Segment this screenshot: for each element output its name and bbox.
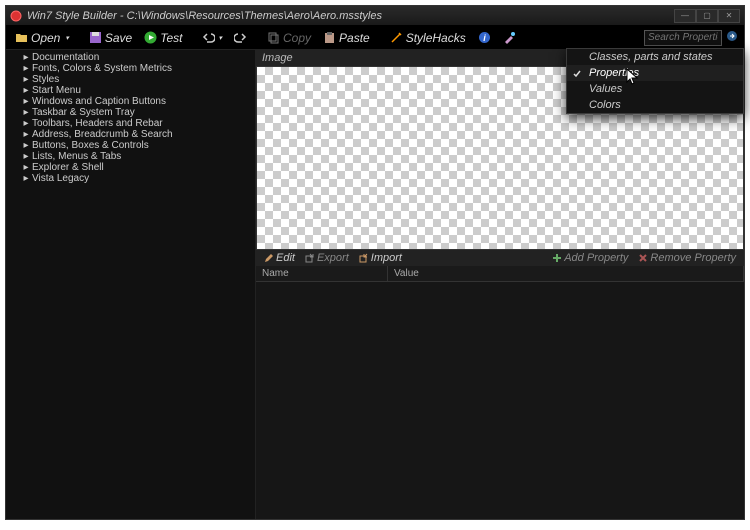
search-context-menu: Classes, parts and states Properties Val… [566, 48, 744, 114]
sidebar-tree: ▸Documentation ▸Fonts, Colors & System M… [6, 50, 256, 519]
main-toolbar: Open ▾ Save Test ▾ Copy Paste [6, 26, 744, 50]
caret-right-icon: ▸ [22, 98, 30, 106]
tree-item-toolbars[interactable]: ▸Toolbars, Headers and Rebar [6, 118, 255, 129]
caret-right-icon: ▸ [22, 76, 30, 84]
app-icon [10, 10, 22, 22]
disk-icon [89, 31, 102, 44]
paste-icon [323, 31, 336, 44]
menu-item-colors[interactable]: Colors [567, 97, 743, 113]
tree-item-windows[interactable]: ▸Windows and Caption Buttons [6, 96, 255, 107]
stylehacks-button[interactable]: StyleHacks [385, 29, 471, 47]
edit-button[interactable]: Edit [260, 252, 299, 264]
info-button[interactable]: i [473, 29, 496, 46]
tree-item-vista[interactable]: ▸Vista Legacy [6, 173, 255, 184]
properties-toolbar: Edit Export Import Add Property Rem [256, 250, 744, 266]
body-area: ▸Documentation ▸Fonts, Colors & System M… [6, 50, 744, 519]
tool-button[interactable] [498, 29, 521, 46]
search-input[interactable] [644, 30, 722, 46]
check-icon [573, 69, 581, 77]
wand-icon [390, 31, 403, 44]
property-grid-header: Name Value [256, 266, 744, 282]
minimize-button[interactable]: — [674, 9, 696, 23]
save-button[interactable]: Save [84, 29, 137, 47]
window-controls: — ▢ ✕ [674, 9, 740, 23]
play-icon [144, 31, 157, 44]
plus-icon [552, 253, 562, 263]
caret-right-icon: ▸ [22, 142, 30, 150]
tree-item-explorer[interactable]: ▸Explorer & Shell [6, 162, 255, 173]
search-button[interactable] [724, 30, 740, 46]
tree-item-lists[interactable]: ▸Lists, Menus & Tabs [6, 151, 255, 162]
tree-item-documentation[interactable]: ▸Documentation [6, 52, 255, 63]
copy-button[interactable]: Copy [262, 29, 316, 47]
redo-icon [234, 31, 247, 44]
caret-right-icon: ▸ [22, 153, 30, 161]
open-button[interactable]: Open ▾ [10, 29, 74, 47]
property-grid[interactable] [256, 282, 744, 519]
window-title: Win7 Style Builder - C:\Windows\Resource… [27, 10, 674, 22]
export-button[interactable]: Export [301, 252, 353, 264]
import-icon [359, 253, 369, 263]
remove-property-button[interactable]: Remove Property [634, 252, 740, 264]
dropdown-caret-icon: ▾ [218, 34, 222, 42]
undo-button[interactable]: ▾ [197, 29, 227, 46]
menu-item-properties[interactable]: Properties [567, 65, 743, 81]
info-icon: i [478, 31, 491, 44]
maximize-button[interactable]: ▢ [696, 9, 718, 23]
test-button[interactable]: Test [139, 29, 187, 47]
arrow-icon [726, 30, 738, 45]
column-header-name[interactable]: Name [256, 266, 388, 281]
pencil-icon [264, 253, 274, 263]
tree-item-taskbar[interactable]: ▸Taskbar & System Tray [6, 107, 255, 118]
pick-icon [503, 31, 516, 44]
main-area: Image Edit Export Import [256, 50, 744, 519]
close-button[interactable]: ✕ [718, 9, 740, 23]
paste-button[interactable]: Paste [318, 29, 375, 47]
tree-item-fonts[interactable]: ▸Fonts, Colors & System Metrics [6, 63, 255, 74]
x-icon [638, 253, 648, 263]
caret-right-icon: ▸ [22, 164, 30, 172]
titlebar: Win7 Style Builder - C:\Windows\Resource… [6, 6, 744, 26]
caret-right-icon: ▸ [22, 65, 30, 73]
export-icon [305, 253, 315, 263]
caret-right-icon: ▸ [22, 120, 30, 128]
column-header-value[interactable]: Value [388, 266, 744, 281]
copy-icon [267, 31, 280, 44]
caret-right-icon: ▸ [22, 109, 30, 117]
tree-item-styles[interactable]: ▸Styles [6, 74, 255, 85]
folder-icon [15, 31, 28, 44]
import-button[interactable]: Import [355, 252, 406, 264]
undo-icon [202, 31, 215, 44]
redo-button[interactable] [229, 29, 252, 46]
caret-right-icon: ▸ [22, 87, 30, 95]
caret-right-icon: ▸ [22, 175, 30, 183]
menu-item-values[interactable]: Values [567, 81, 743, 97]
add-property-button[interactable]: Add Property [548, 252, 632, 264]
caret-right-icon: ▸ [22, 54, 30, 62]
caret-right-icon: ▸ [22, 131, 30, 139]
tree-item-address[interactable]: ▸Address, Breadcrumb & Search [6, 129, 255, 140]
tree-item-startmenu[interactable]: ▸Start Menu [6, 85, 255, 96]
menu-item-classes[interactable]: Classes, parts and states [567, 49, 743, 65]
dropdown-caret-icon: ▾ [65, 34, 69, 42]
tree-item-buttons[interactable]: ▸Buttons, Boxes & Controls [6, 140, 255, 151]
